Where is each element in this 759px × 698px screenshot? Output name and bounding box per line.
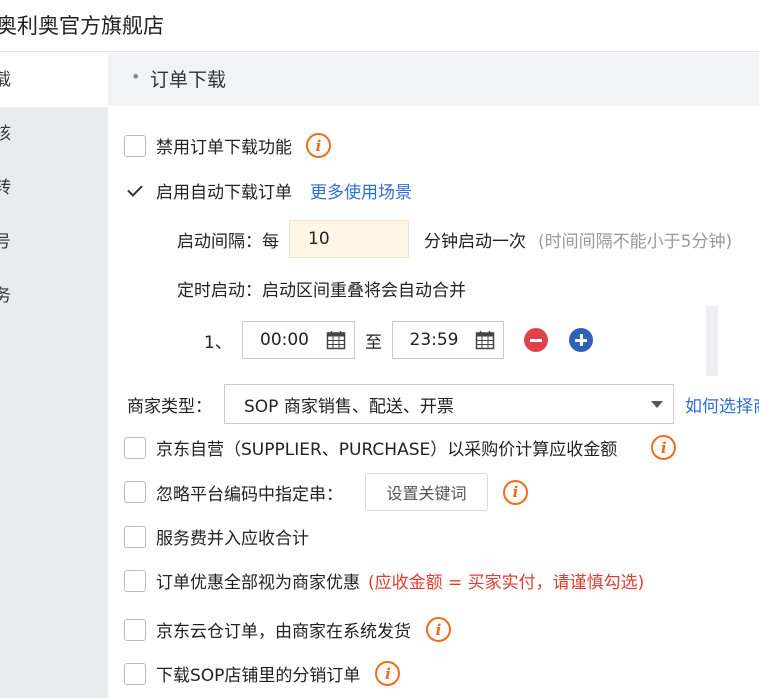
- discount-warning: (应收金额 = 买家实付，请谨慎勾选): [368, 573, 645, 593]
- jd-self-checkbox[interactable]: [124, 436, 146, 459]
- discount-row: 订单优惠全部视为商家优惠 (应收金额 = 买家实付，请谨慎勾选): [124, 568, 644, 593]
- disable-download-label: 禁用订单下载功能: [156, 138, 292, 158]
- merchant-type-select[interactable]: SOP 商家销售、配送、开票: [224, 384, 674, 424]
- info-icon[interactable]: i: [503, 479, 528, 505]
- timed-start-row: 定时启动：启动区间重叠将会自动合并: [177, 276, 466, 301]
- section-header: • 订单下载: [108, 53, 759, 106]
- auto-download-label: 启用自动下载订单: [156, 183, 292, 203]
- auto-download-row: 启用自动下载订单 更多使用场景: [124, 178, 412, 203]
- info-icon[interactable]: i: [375, 661, 401, 686]
- range-separator: 至: [365, 332, 382, 353]
- start-time-input[interactable]: 00:00: [242, 321, 355, 359]
- info-icon[interactable]: i: [306, 133, 331, 158]
- info-icon[interactable]: i: [651, 435, 677, 460]
- interval-label: 启动间隔：每: [177, 231, 279, 252]
- time-range-row: 1、 00:00 至 23:59: [204, 321, 593, 359]
- disable-download-checkbox[interactable]: [124, 134, 146, 157]
- interval-input[interactable]: 10: [289, 220, 409, 258]
- end-time-input[interactable]: 23:59: [392, 321, 504, 359]
- service-fee-row: 服务费并入应收合计: [124, 524, 309, 549]
- jd-self-label: 京东自营（SUPPLIER、PURCHASE）以采购价计算应收金额: [156, 440, 618, 460]
- service-fee-checkbox[interactable]: [124, 525, 146, 548]
- merchant-type-value: SOP 商家销售、配送、开票: [244, 396, 454, 417]
- merchant-type-row: 商家类型： SOP 商家销售、配送、开票 如何选择商: [127, 384, 759, 424]
- cloud-warehouse-label: 京东云仓订单，由商家在系统发货: [156, 622, 411, 642]
- disable-download-row: 禁用订单下载功能 i: [124, 133, 331, 158]
- more-scenarios-link[interactable]: 更多使用场景: [310, 178, 412, 203]
- calendar-icon[interactable]: [326, 330, 346, 350]
- ignore-code-row: 忽略平台编码中指定串： 设置关键词 i: [124, 473, 528, 511]
- end-time-value: 23:59: [409, 330, 459, 350]
- shop-name: 奥利奥官方旗舰店: [0, 14, 164, 38]
- sidebar: 载 核 转 号 务: [0, 53, 108, 698]
- section-bullet: •: [131, 67, 141, 86]
- ignore-code-label: 忽略平台编码中指定串：: [156, 484, 343, 505]
- sidebar-item-transfer[interactable]: 转: [0, 161, 108, 215]
- scrollbar[interactable]: [706, 306, 718, 376]
- discount-checkbox[interactable]: [124, 569, 146, 592]
- distribution-label: 下载SOP店铺里的分销订单: [156, 666, 361, 686]
- top-header: 奥利奥官方旗舰店: [0, 0, 759, 52]
- timed-start-label: 定时启动：启动区间重叠将会自动合并: [177, 281, 466, 301]
- discount-label: 订单优惠全部视为商家优惠: [156, 573, 360, 593]
- plus-circle-icon[interactable]: [569, 328, 593, 352]
- jd-self-row: 京东自营（SUPPLIER、PURCHASE）以采购价计算应收金额 i: [124, 435, 677, 460]
- range-index: 1、: [204, 332, 232, 353]
- start-time-value: 00:00: [260, 330, 309, 350]
- chevron-down-icon: [651, 401, 663, 408]
- section-title: 订单下载: [150, 69, 227, 91]
- info-icon[interactable]: i: [426, 617, 451, 642]
- sidebar-item-audit[interactable]: 核: [0, 107, 108, 161]
- interval-row: 启动间隔：每 10 分钟启动一次 (时间间隔不能小于5分钟): [177, 220, 732, 258]
- how-to-choose-link[interactable]: 如何选择商: [685, 392, 759, 417]
- sidebar-item-service[interactable]: 务: [0, 269, 108, 323]
- sidebar-item-number[interactable]: 号: [0, 215, 108, 269]
- minus-circle-icon[interactable]: [524, 328, 548, 352]
- service-fee-label: 服务费并入应收合计: [156, 529, 309, 549]
- merchant-type-label: 商家类型：: [127, 396, 212, 417]
- cloud-warehouse-checkbox[interactable]: [124, 618, 146, 641]
- auto-download-checkbox[interactable]: [124, 179, 146, 202]
- distribution-checkbox[interactable]: [124, 662, 146, 685]
- interval-hint: (时间间隔不能小于5分钟): [538, 231, 733, 252]
- interval-unit: 分钟启动一次: [424, 231, 526, 252]
- sidebar-item-download[interactable]: 载: [0, 53, 108, 107]
- ignore-code-checkbox[interactable]: [124, 481, 146, 503]
- cloud-warehouse-row: 京东云仓订单，由商家在系统发货 i: [124, 617, 451, 642]
- calendar-icon[interactable]: [475, 330, 495, 350]
- set-keywords-button[interactable]: 设置关键词: [365, 473, 488, 511]
- distribution-row: 下载SOP店铺里的分销订单 i: [124, 661, 401, 686]
